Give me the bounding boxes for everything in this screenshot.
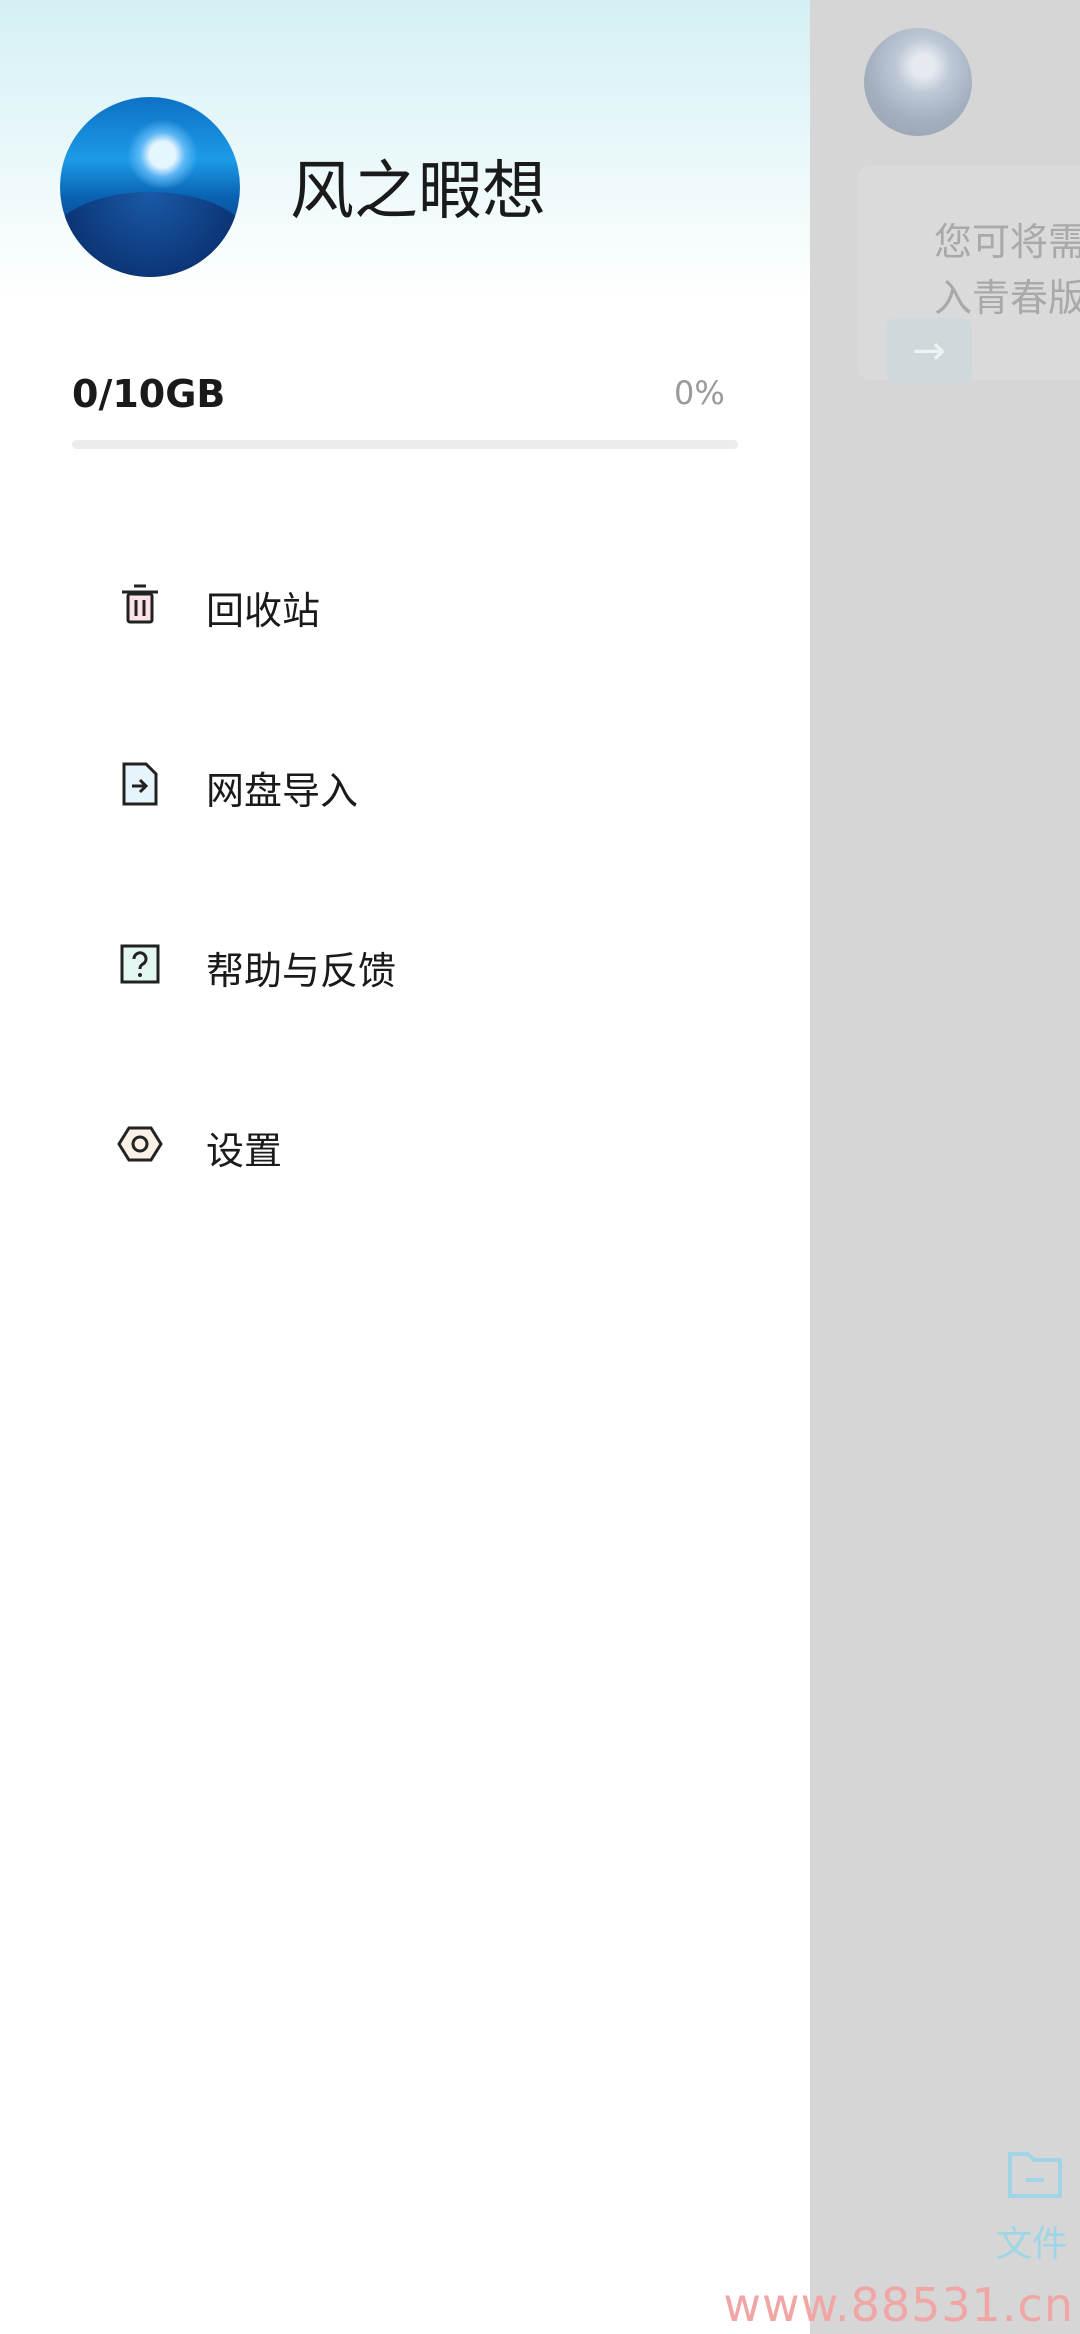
background-app-overlay[interactable]: 您可将需 入青春版 → 文件 bbox=[810, 0, 1080, 2334]
import-file-icon bbox=[122, 762, 158, 806]
help-icon bbox=[120, 944, 160, 984]
menu-item-cloud-import[interactable]: 网盘导入 bbox=[0, 722, 810, 842]
menu-label-help-feedback: 帮助与反馈 bbox=[206, 949, 397, 993]
storage-used-label: 0/10GB bbox=[72, 372, 226, 416]
menu-item-recycle-bin[interactable]: 回收站 bbox=[0, 542, 810, 662]
folder-icon bbox=[1008, 2152, 1062, 2198]
background-arrow-button: → bbox=[886, 318, 972, 384]
storage-progress-bar bbox=[72, 440, 738, 449]
menu-item-help-feedback[interactable]: 帮助与反馈 bbox=[0, 902, 810, 1022]
avatar[interactable] bbox=[60, 97, 240, 277]
side-drawer: 风之暇想 0/10GB 0% 回收站 网盘导入 帮助与反馈 设置 bbox=[0, 0, 810, 2334]
trash-icon bbox=[122, 584, 158, 624]
settings-icon bbox=[117, 1126, 163, 1162]
storage-percent-label: 0% bbox=[674, 374, 725, 412]
watermark-text: www.88531.cn bbox=[723, 2278, 1074, 2332]
bottom-tab-files-label: 文件 bbox=[996, 2224, 1069, 2265]
background-hint-text: 您可将需 入青春版 bbox=[934, 220, 1080, 320]
menu-item-settings[interactable]: 设置 bbox=[0, 1082, 810, 1202]
menu-label-settings: 设置 bbox=[206, 1129, 283, 1173]
menu-label-recycle-bin: 回收站 bbox=[206, 589, 321, 633]
username: 风之暇想 bbox=[290, 155, 546, 229]
menu-label-cloud-import: 网盘导入 bbox=[206, 769, 359, 813]
background-avatar bbox=[864, 28, 972, 136]
